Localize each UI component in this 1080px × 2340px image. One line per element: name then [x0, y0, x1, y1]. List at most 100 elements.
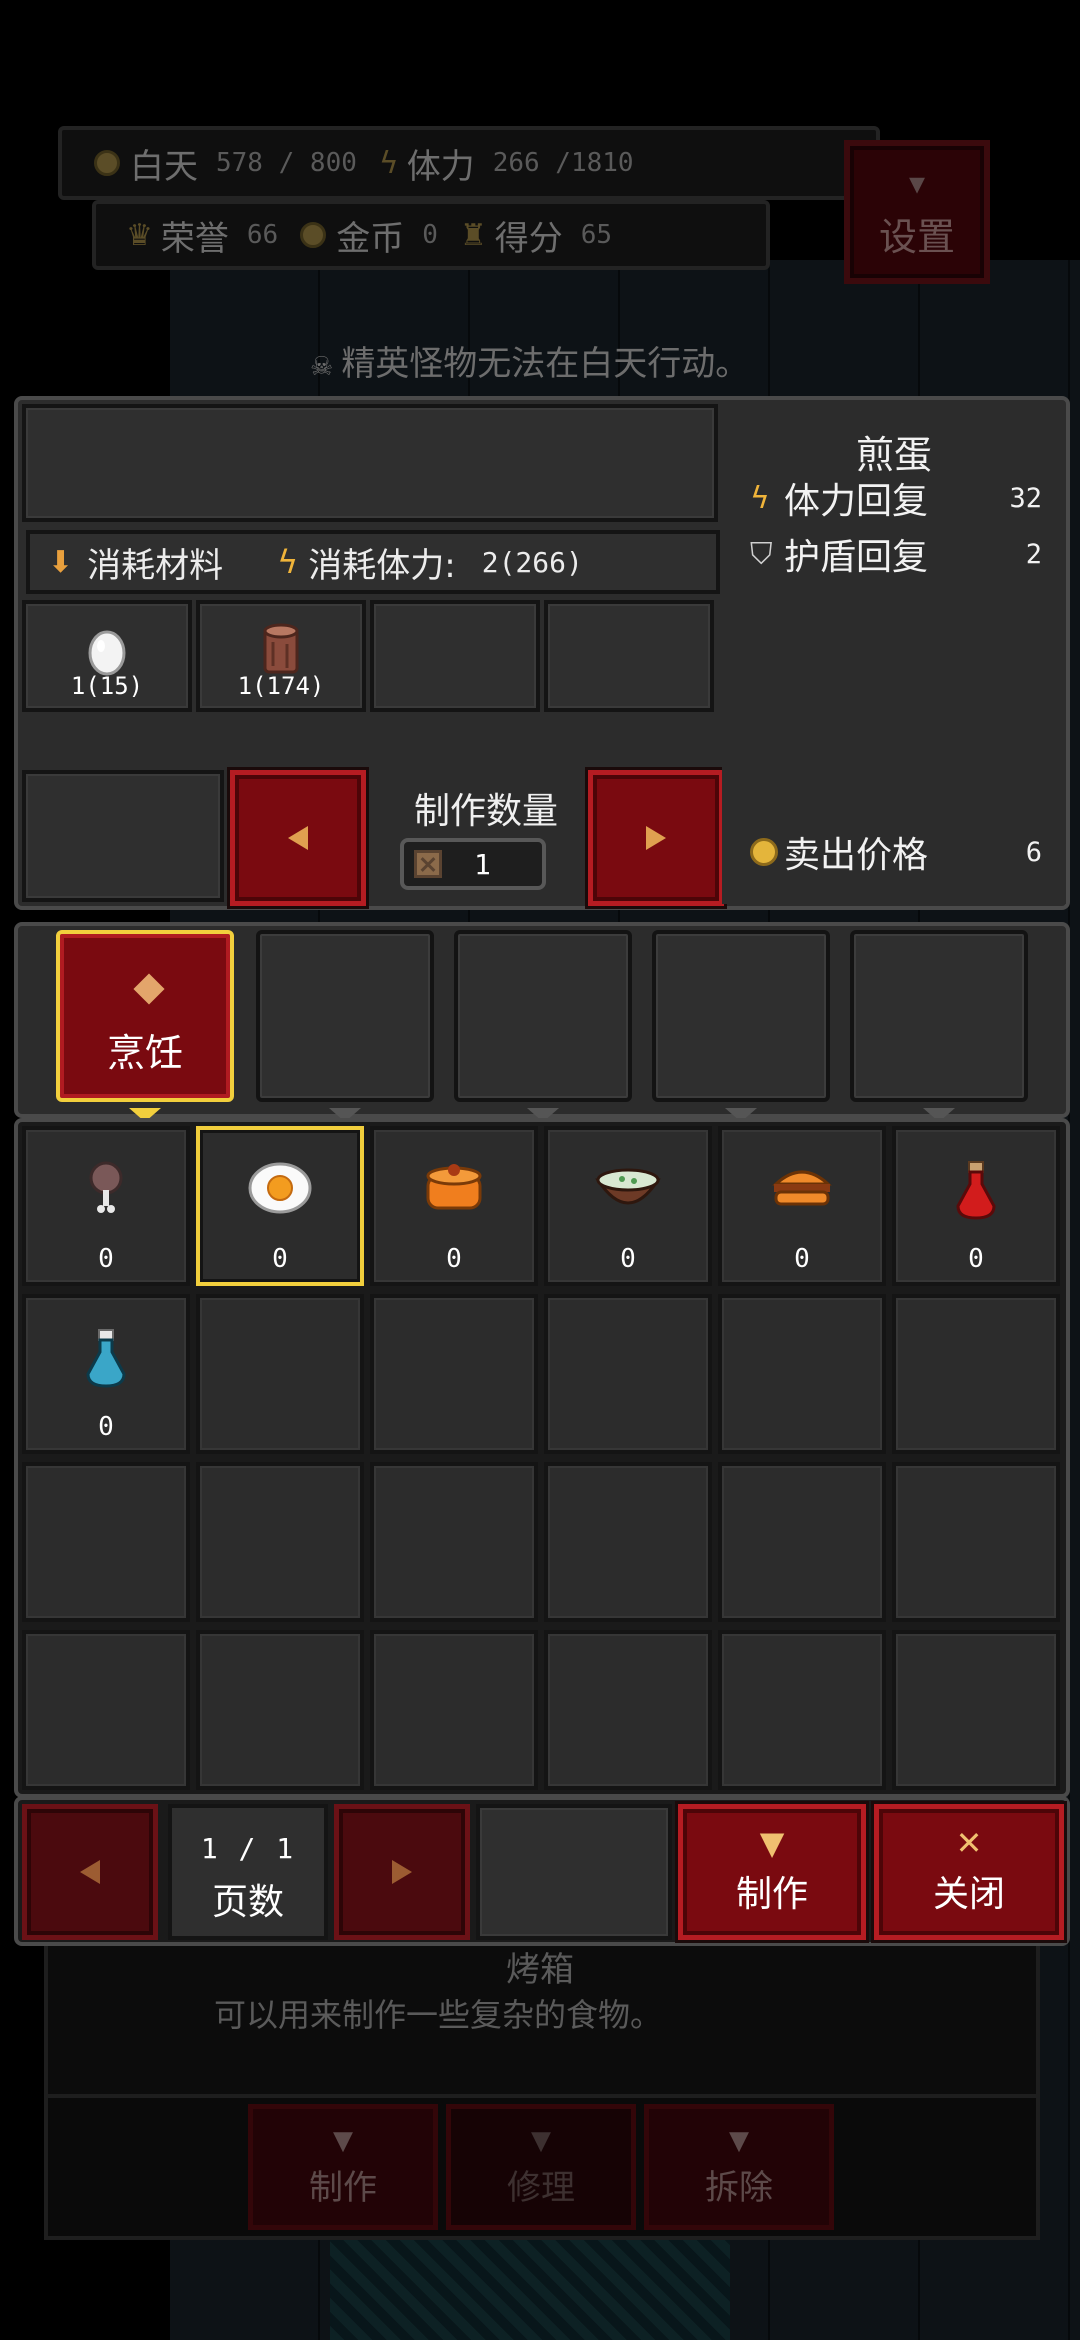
- quantity-label: 制作数量: [413, 791, 558, 832]
- recipe-slot[interactable]: 0: [370, 1126, 538, 1286]
- recipe-count: 0: [272, 1244, 288, 1274]
- close-button[interactable]: ✕ 关闭: [874, 1804, 1064, 1940]
- station-craft-label: 制作: [309, 2167, 377, 2208]
- arrow-left-icon: [80, 1860, 100, 1884]
- item-preview-box: [22, 404, 718, 522]
- recipe-slot-empty[interactable]: [718, 1294, 886, 1454]
- craft-button[interactable]: ▼ 制作: [678, 1804, 866, 1940]
- recipe-count: 0: [98, 1412, 114, 1442]
- item-info-panel: 煎蛋 ϟ 体力回复 32 ⛉ 护盾回复 2 卖出价格 6: [722, 404, 1066, 904]
- tab-label: 烹饪: [106, 1031, 183, 1075]
- drumstick-icon: [89, 1161, 123, 1213]
- material-qty: 1(15): [70, 672, 144, 700]
- recipe-count: 0: [968, 1244, 984, 1274]
- quantity-value: 1: [474, 847, 491, 881]
- recipe-slot[interactable]: 0: [892, 1126, 1060, 1286]
- recipe-count: 0: [620, 1244, 636, 1274]
- tab-cooking[interactable]: 烹饪: [56, 930, 234, 1122]
- recipe-slot-empty[interactable]: [544, 1294, 712, 1454]
- stamina-bolt-icon: ϟ: [277, 543, 299, 581]
- recipe-slot[interactable]: 0: [22, 1294, 190, 1454]
- diamond-icon: [133, 973, 165, 1005]
- tab-empty[interactable]: [256, 930, 434, 1122]
- recipe-slot-empty[interactable]: [718, 1630, 886, 1790]
- recipe-slot-empty[interactable]: [892, 1294, 1060, 1454]
- sell-price-label: 卖出价格: [784, 835, 929, 876]
- station-dismantle-button[interactable]: ▼ 拆除: [644, 2104, 834, 2230]
- station-dismantle-label: 拆除: [705, 2167, 773, 2208]
- page-next-button[interactable]: [334, 1804, 470, 1940]
- page-prev-button[interactable]: [22, 1804, 158, 1940]
- material-qty: 1(174): [237, 672, 325, 700]
- tab-empty[interactable]: [454, 930, 632, 1122]
- day-label: 白天: [130, 146, 198, 187]
- tab-empty[interactable]: [850, 930, 1028, 1122]
- recipe-slot-empty[interactable]: [544, 1630, 712, 1790]
- recipe-slot-empty[interactable]: [22, 1462, 190, 1622]
- station-title: 烤箱: [506, 1950, 574, 1990]
- shield-restore-label: 护盾回复: [784, 537, 929, 578]
- recipe-slot-empty[interactable]: [22, 1630, 190, 1790]
- recipe-slot-empty[interactable]: [544, 1462, 712, 1622]
- recipe-slot-empty[interactable]: [370, 1630, 538, 1790]
- honor-label: 荣誉: [160, 218, 229, 259]
- recipe-slot-empty[interactable]: [370, 1462, 538, 1622]
- crate-icon: [414, 850, 442, 878]
- settings-button[interactable]: ▾ 设置: [844, 140, 990, 284]
- shield-restore-row: ⛉ 护盾回复 2: [750, 530, 1056, 579]
- recipe-slot-selected[interactable]: 0: [196, 1126, 364, 1286]
- quantity-input[interactable]: 1: [400, 838, 546, 890]
- recipe-slot-empty[interactable]: [892, 1462, 1060, 1622]
- hud-second-row: ♛ 荣誉 66 金币 0 ♜ 得分 65: [92, 200, 770, 270]
- recipe-slot[interactable]: 0: [22, 1126, 190, 1286]
- sun-icon: [94, 150, 120, 176]
- recipe-slot-empty[interactable]: [196, 1294, 364, 1454]
- fried-egg-icon: [248, 1162, 312, 1214]
- blue-potion-icon: [86, 1329, 126, 1388]
- quantity-increase-button[interactable]: [588, 770, 724, 906]
- crown-icon: ♛: [126, 217, 153, 253]
- quantity-decrease-button[interactable]: [230, 770, 366, 906]
- station-craft-button[interactable]: ▼ 制作: [248, 2104, 438, 2230]
- close-label: 关闭: [932, 1874, 1005, 1915]
- recipe-slot[interactable]: 0: [544, 1126, 712, 1286]
- tab-empty[interactable]: [652, 930, 830, 1122]
- shield-restore-value: 2: [1025, 538, 1042, 570]
- recipe-grid: 0 0 0 0 0 0 0: [14, 1118, 1070, 1798]
- shield-icon: ⛉: [750, 536, 773, 572]
- gold-label: 金币: [336, 218, 405, 259]
- craft-detail-panel: ⬇ 消耗材料 ϟ 消耗体力: 2(266) 1(15) 1(174) 制作数量 …: [14, 396, 1070, 910]
- stamina-value: 266 /1810: [492, 148, 634, 178]
- craft-label: 制作: [735, 1874, 808, 1915]
- hammer-icon: ▼: [531, 2125, 551, 2156]
- stamina-restore-label: 体力回复: [784, 481, 929, 522]
- recipe-count: 0: [98, 1244, 114, 1274]
- stamina-restore-row: ϟ 体力回复 32: [750, 474, 1056, 523]
- gold-value: 0: [422, 220, 438, 250]
- arrow-right-icon: [646, 826, 666, 850]
- anvil-icon: ▼: [759, 1824, 785, 1862]
- notice-text: ☠ 精英怪物无法在白天行动。: [310, 336, 749, 385]
- station-description: 可以用来制作一些复杂的食物。: [214, 1996, 663, 2034]
- honor-value: 66: [246, 220, 279, 250]
- materials-label: 消耗材料: [87, 545, 224, 586]
- recipe-slot[interactable]: 0: [718, 1126, 886, 1286]
- category-tabs: 烹饪: [14, 922, 1070, 1122]
- recipe-slot-empty[interactable]: [892, 1630, 1060, 1790]
- quantity-spacer: [22, 770, 224, 902]
- anvil-icon: ▾: [908, 163, 926, 202]
- stamina-cost-label: 消耗体力:: [308, 545, 456, 586]
- stamina-cost-value: 2(266): [481, 545, 583, 579]
- day-value: 578 / 800: [216, 148, 357, 178]
- trophy-icon: ♜: [459, 217, 487, 253]
- recipe-slot-empty[interactable]: [718, 1462, 886, 1622]
- page-number: 1 / 1: [200, 1832, 296, 1865]
- sell-price-value: 6: [1025, 836, 1042, 868]
- recipe-slot-empty[interactable]: [196, 1462, 364, 1622]
- page-indicator: 1 / 1 页数: [168, 1804, 328, 1940]
- recipe-slot-empty[interactable]: [370, 1294, 538, 1454]
- recipe-slot-empty[interactable]: [196, 1630, 364, 1790]
- gold-coin-icon: [300, 222, 327, 248]
- material-slot: 1(174): [196, 600, 366, 712]
- station-repair-button[interactable]: ▼ 修理: [446, 2104, 636, 2230]
